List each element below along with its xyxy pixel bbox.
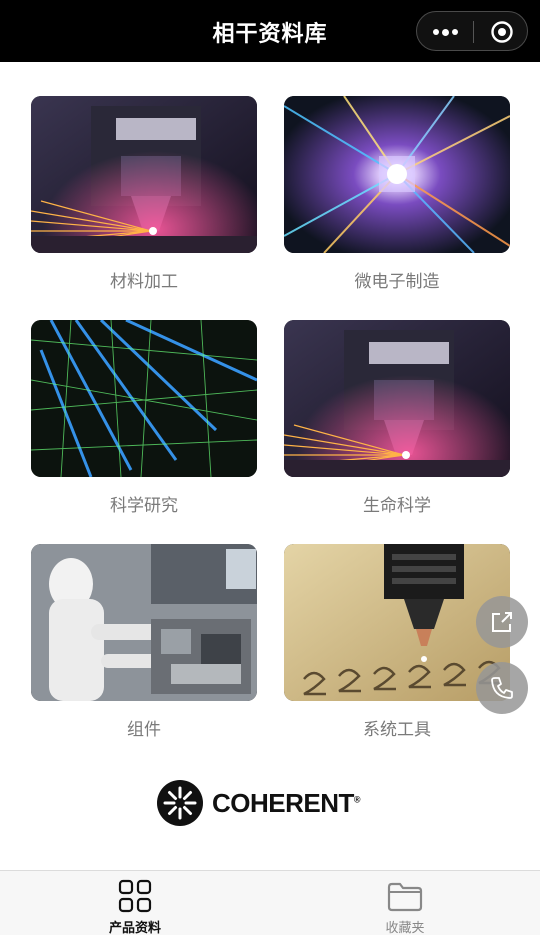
category-image-microchip bbox=[284, 96, 510, 253]
top-nav-bar: 相干资料库 bbox=[0, 0, 540, 62]
tab-label: 产品资料 bbox=[108, 921, 161, 935]
close-button[interactable] bbox=[474, 12, 529, 52]
category-label: 系统工具 bbox=[363, 720, 431, 740]
category-card-components[interactable]: 组件 bbox=[31, 544, 257, 740]
app-frame: 相干资料库 材料加工 微电子制造 科学研究 生命科学 组件 系统工具 COHER… bbox=[0, 0, 540, 935]
more-dots-icon bbox=[432, 29, 439, 35]
phone-button[interactable] bbox=[476, 662, 528, 714]
more-button[interactable] bbox=[417, 12, 473, 52]
category-image-laser-beams bbox=[31, 320, 257, 477]
target-close-icon bbox=[490, 21, 513, 43]
category-card-scientific-research[interactable]: 科学研究 bbox=[31, 320, 257, 516]
category-image-laser-cutting bbox=[284, 320, 510, 477]
share-icon bbox=[492, 612, 512, 632]
category-card-microelectronics[interactable]: 微电子制造 bbox=[284, 96, 510, 292]
tab-product-info[interactable]: 产品资料 bbox=[0, 871, 270, 935]
tab-label: 收藏夹 bbox=[385, 921, 425, 935]
grid-icon bbox=[118, 879, 152, 913]
more-dot-center bbox=[441, 28, 449, 36]
brand-logo: COHERENT® bbox=[156, 779, 388, 827]
category-label: 材料加工 bbox=[110, 272, 178, 292]
tab-favorites[interactable]: 收藏夹 bbox=[270, 871, 540, 935]
category-label: 微电子制造 bbox=[354, 272, 440, 292]
registered-mark: ® bbox=[353, 793, 361, 804]
category-card-life-sciences[interactable]: 生命科学 bbox=[284, 320, 510, 516]
folder-icon bbox=[387, 882, 423, 912]
category-card-system-tools[interactable]: 系统工具 bbox=[284, 544, 510, 740]
brand-name: COHERENT bbox=[212, 787, 354, 818]
more-dot-right bbox=[451, 29, 458, 35]
bottom-tab-bar: 产品资料 收藏夹 bbox=[0, 870, 540, 935]
category-image-cleanroom bbox=[31, 544, 257, 701]
mini-program-capsule bbox=[416, 11, 528, 51]
category-label: 生命科学 bbox=[363, 496, 431, 516]
brand-wordmark: COHERENT® bbox=[212, 787, 361, 819]
phone-icon bbox=[491, 677, 513, 699]
category-image-laser-cutting bbox=[31, 96, 257, 253]
category-label: 科学研究 bbox=[110, 496, 178, 516]
category-card-material-processing[interactable]: 材料加工 bbox=[31, 96, 257, 292]
share-button[interactable] bbox=[476, 596, 528, 648]
coherent-logo-mark bbox=[157, 780, 203, 826]
category-label: 组件 bbox=[127, 720, 161, 740]
